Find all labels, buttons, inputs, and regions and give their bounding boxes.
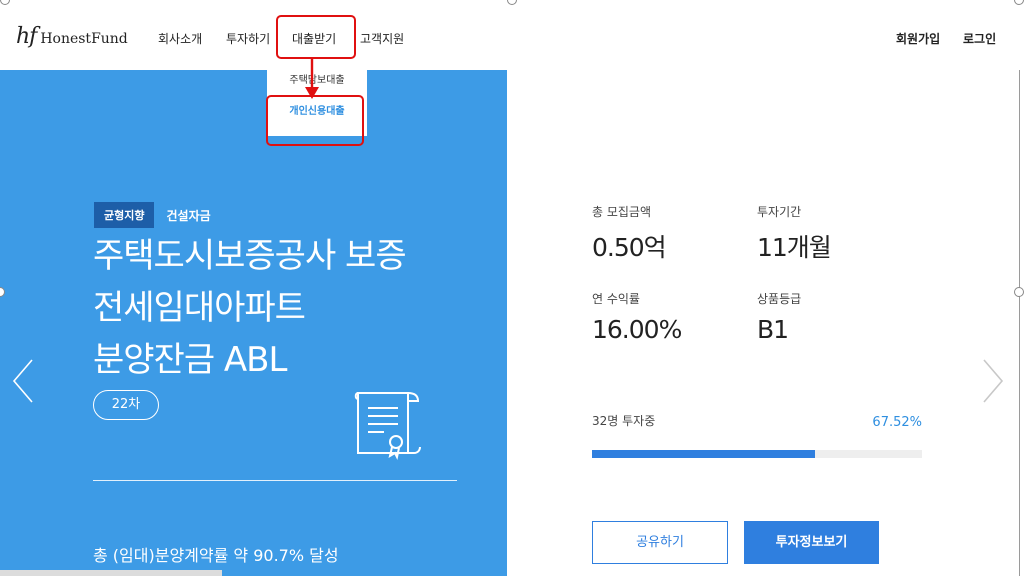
grade-label: 상품등급	[757, 292, 802, 306]
resize-handle-middle-right[interactable]	[1014, 287, 1024, 297]
logo-mark: hf	[16, 24, 37, 49]
investment-info-button[interactable]: 투자정보보기	[744, 521, 879, 564]
hero-divider	[93, 480, 457, 481]
hero-title-line-2: 전세임대아파트	[93, 288, 306, 328]
annotation-box-loan-nav	[276, 15, 356, 59]
nav-support[interactable]: 고객지원	[360, 30, 404, 47]
status-strip	[0, 570, 222, 576]
hero-title-line-3: 분양잔금 ABL	[93, 340, 287, 380]
honestfund-logo[interactable]: hf HonestFund	[16, 24, 128, 49]
logo-text: HonestFund	[40, 31, 128, 47]
login-link[interactable]: 로그인	[963, 30, 996, 47]
risk-badge: 균형지향	[94, 202, 155, 228]
category-badge: 건설자금	[166, 208, 211, 223]
annotation-arrow-icon	[305, 57, 319, 99]
hero-title-line-1: 주택도시보증공사 보증	[93, 236, 407, 276]
chevron-left-icon[interactable]	[12, 358, 34, 404]
investor-count: 32명 투자중	[592, 414, 656, 428]
badge-row: 균형지향 건설자금	[94, 202, 211, 228]
total-amount-label: 총 모집금액	[592, 205, 652, 219]
period-value: 11개월	[757, 233, 832, 262]
site-header: hf HonestFund 회사소개 투자하기 대출받기 고객지원 회원가입 로…	[0, 0, 1024, 70]
hero-title: 주택도시보증공사 보증 전세임대아파트 분양잔금 ABL	[93, 230, 503, 386]
certificate-icon	[354, 392, 421, 460]
hero-banner: 균형지향 건설자금 주택도시보증공사 보증 전세임대아파트 분양잔금 ABL 2…	[0, 70, 507, 576]
round-pill: 22차	[93, 390, 159, 420]
funding-percent: 67.52%	[872, 415, 922, 430]
total-amount-value: 0.50억	[592, 233, 667, 262]
nav-about[interactable]: 회사소개	[158, 30, 202, 47]
period-label: 투자기간	[757, 205, 802, 219]
share-button[interactable]: 공유하기	[592, 521, 728, 564]
funding-progress-fill	[592, 450, 815, 458]
annotation-box-personal-loan	[266, 95, 364, 146]
annual-rate-label: 연 수익률	[592, 292, 640, 306]
annual-rate-value: 16.00%	[592, 315, 682, 344]
contract-rate-text: 총 (임대)분양계약률 약 90.7% 달성	[93, 546, 339, 565]
nav-invest[interactable]: 투자하기	[226, 30, 270, 47]
chevron-right-icon[interactable]	[982, 358, 1004, 404]
signup-link[interactable]: 회원가입	[896, 30, 940, 47]
grade-value: B1	[757, 315, 789, 344]
funding-progress-bar	[592, 450, 922, 458]
